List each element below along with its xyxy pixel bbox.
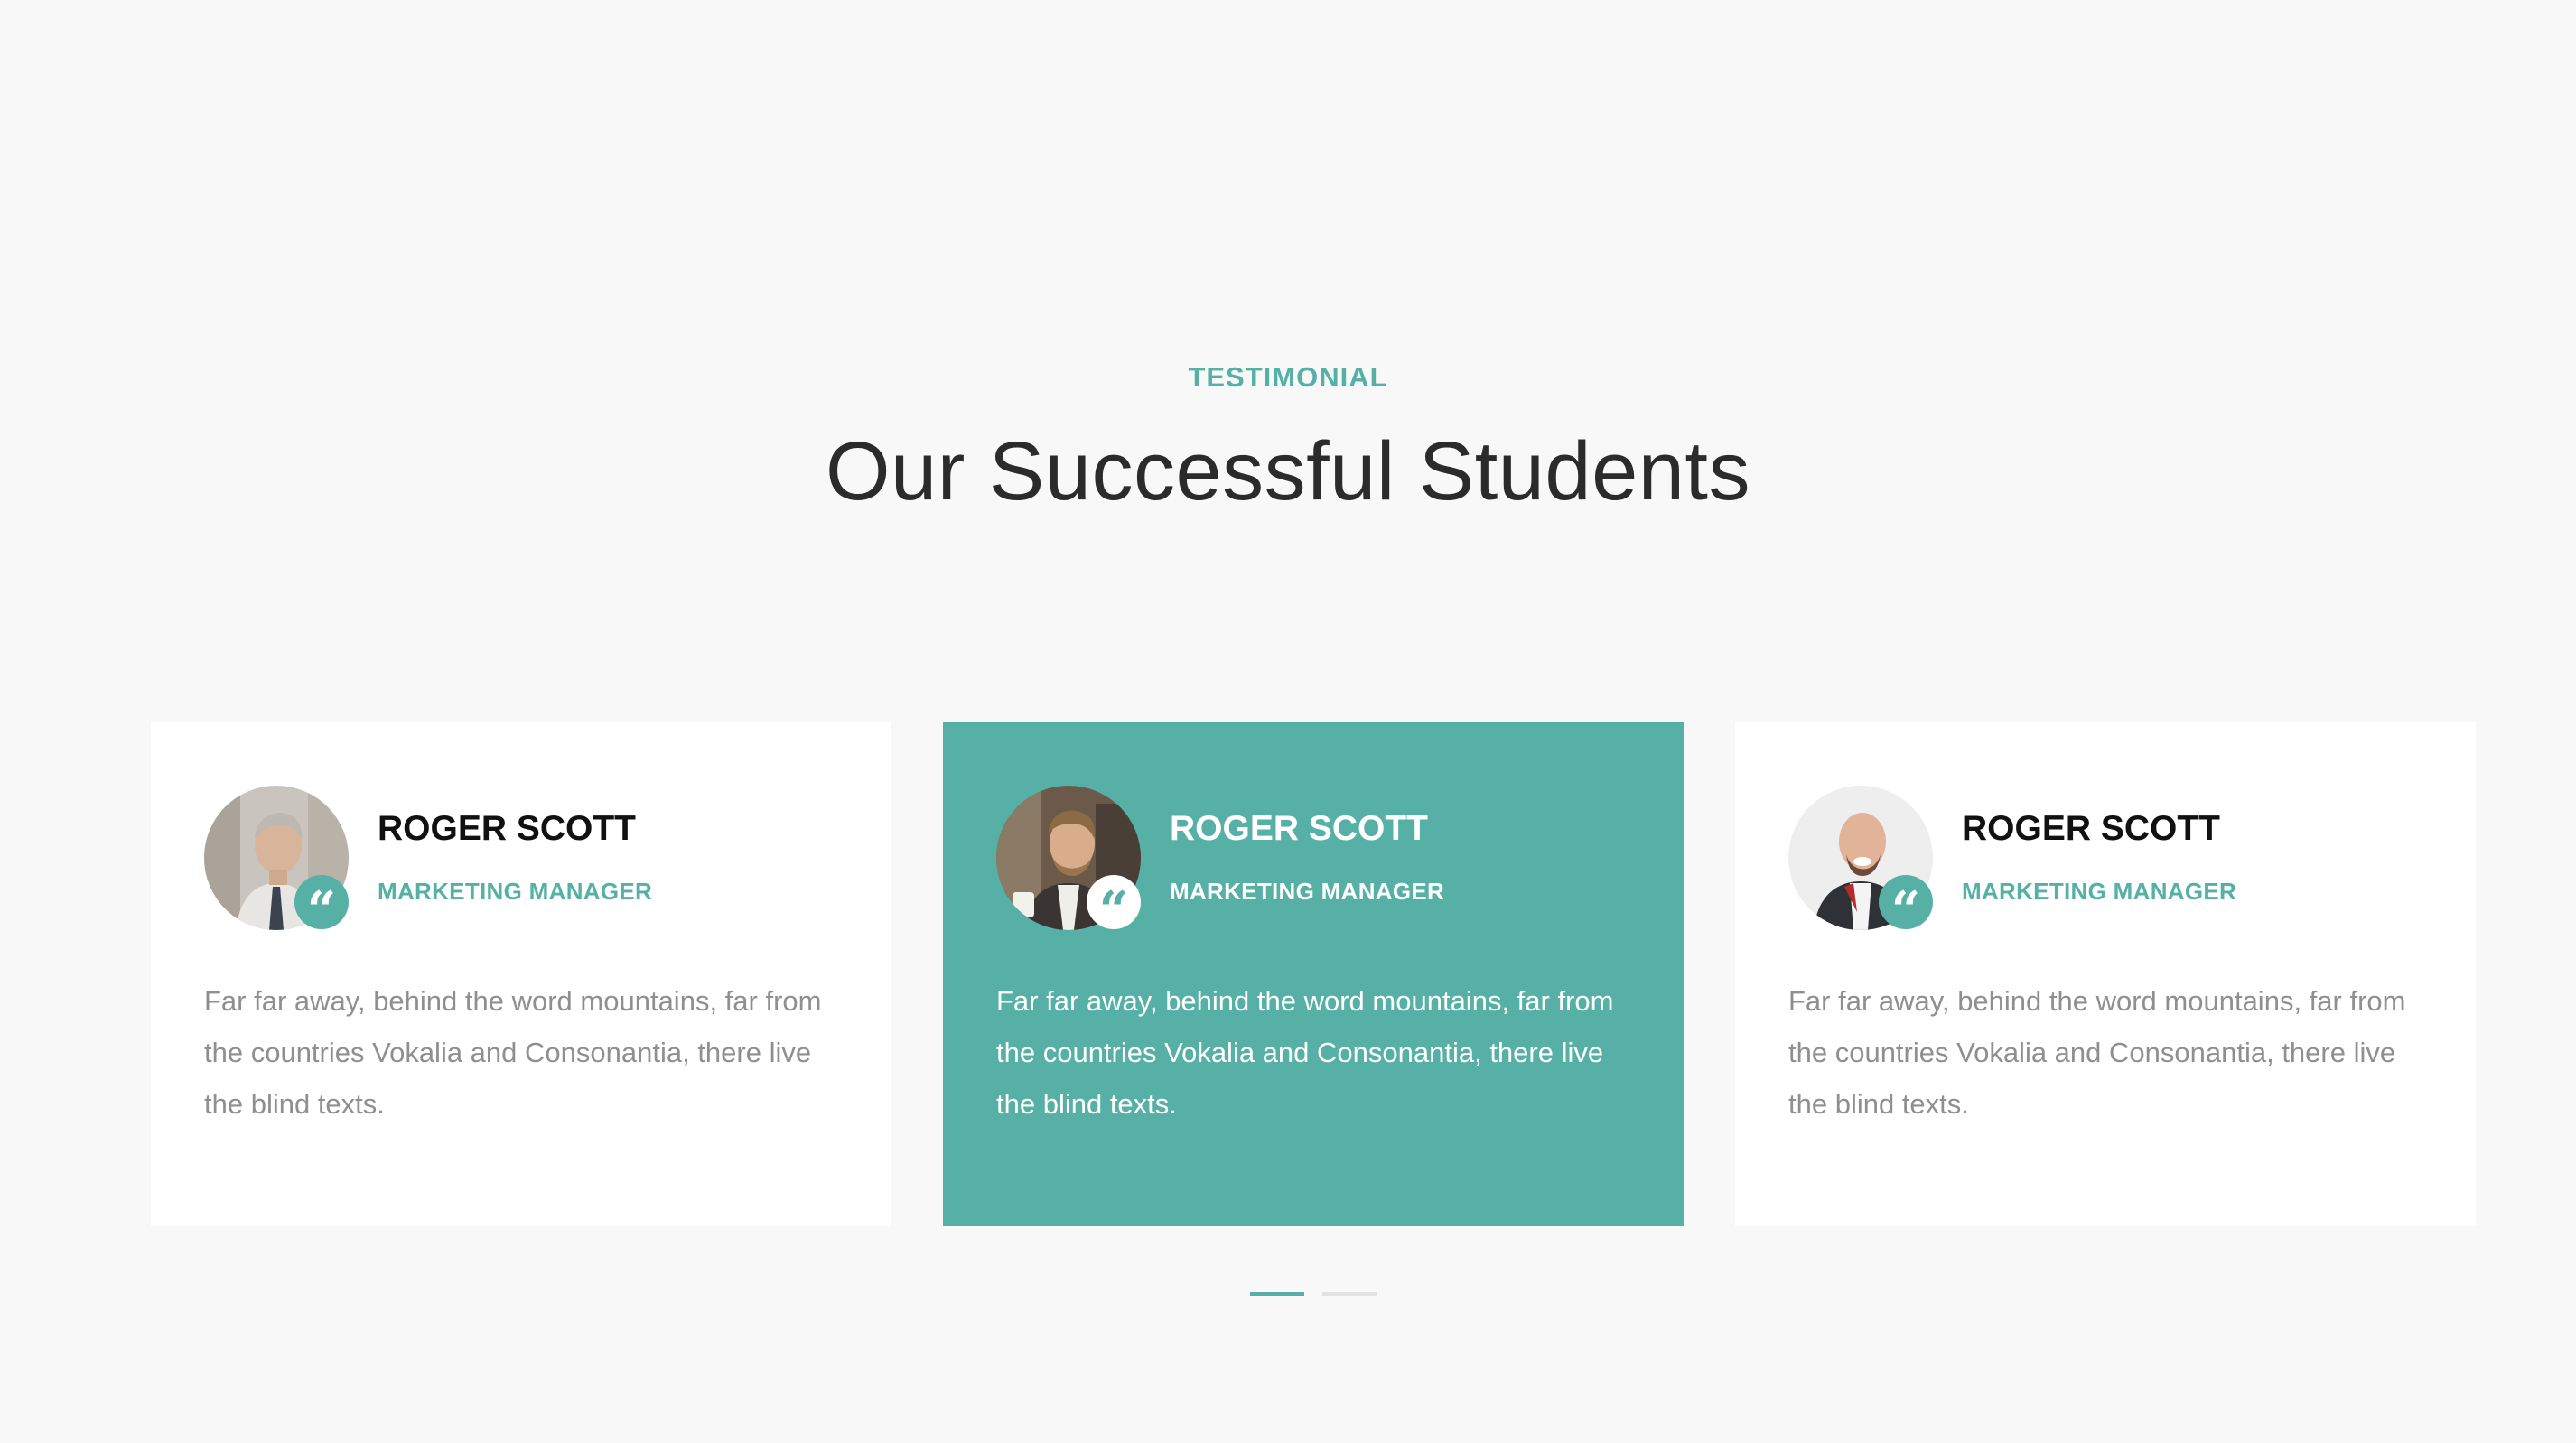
testimonial-text: Far far away, behind the word mountains,… xyxy=(1788,985,2406,1120)
section-title: Our Successful Students xyxy=(826,425,1750,517)
section-subtitle: TESTIMONIAL xyxy=(1188,361,1388,393)
testimonial-position: MARKETING MANAGER xyxy=(378,878,653,905)
testimonial-section: TESTIMONIAL Our Successful Students “ RO… xyxy=(0,0,2576,1443)
testimonial-name: ROGER SCOTT xyxy=(1170,809,1429,848)
testimonial-position: MARKETING MANAGER xyxy=(1962,878,2237,905)
carousel-pagination xyxy=(1250,1292,1377,1296)
quote-icon: “ xyxy=(1087,875,1141,936)
quote-icon: “ xyxy=(1879,875,1933,936)
quote-icon: “ xyxy=(294,875,349,936)
testimonial-card: “ ROGER SCOTT MARKETING MANAGER Far far … xyxy=(151,722,891,1226)
testimonial-carousel: “ ROGER SCOTT MARKETING MANAGER Far far … xyxy=(151,722,2477,1226)
carousel-dot-2[interactable] xyxy=(1322,1292,1377,1296)
testimonial-card-active: “ ROGER SCOTT MARKETING MANAGER Far far … xyxy=(943,722,1684,1226)
testimonial-card: “ ROGER SCOTT MARKETING MANAGER Far far … xyxy=(1735,722,2476,1226)
carousel-dot-1-active[interactable] xyxy=(1250,1292,1304,1296)
testimonial-text: Far far away, behind the word mountains,… xyxy=(204,985,822,1120)
testimonial-position: MARKETING MANAGER xyxy=(1170,878,1445,905)
testimonial-name: ROGER SCOTT xyxy=(378,809,637,848)
testimonial-text: Far far away, behind the word mountains,… xyxy=(996,985,1614,1120)
testimonial-name: ROGER SCOTT xyxy=(1962,809,2221,848)
